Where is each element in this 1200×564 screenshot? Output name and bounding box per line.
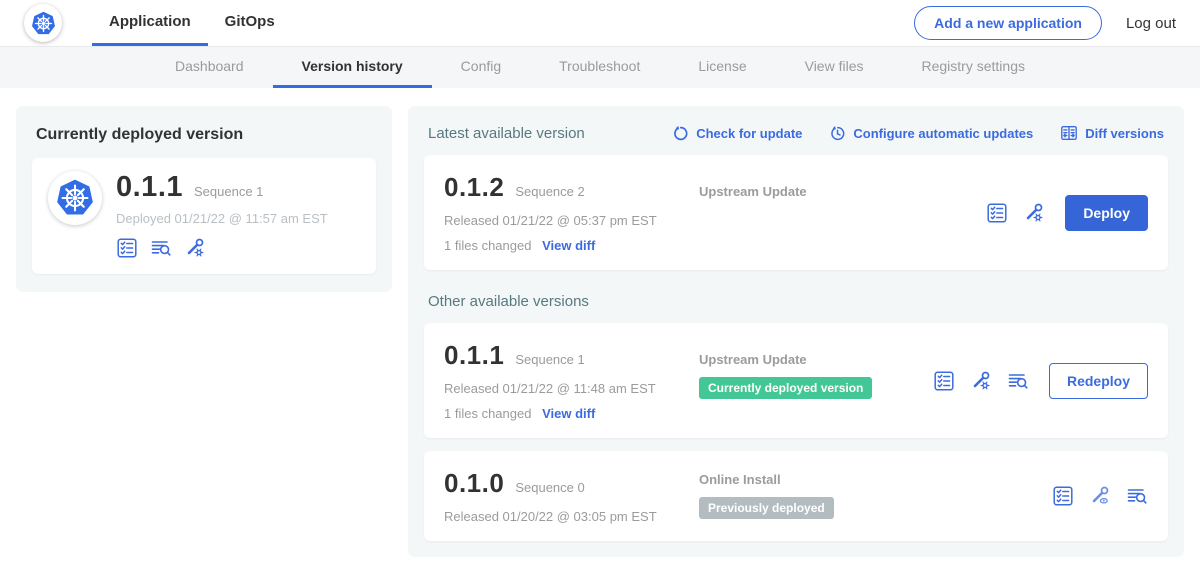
add-application-button[interactable]: Add a new application [914,6,1102,40]
header-tabs: Application GitOps [92,0,292,46]
released-timestamp: Released 01/21/22 @ 11:48 am EST [444,381,699,396]
version-number: 0.1.1 [444,340,504,371]
check-for-update-label: Check for update [696,126,802,141]
subnav-item-config[interactable]: Config [432,47,530,88]
deploy-logs-icon[interactable] [150,237,172,259]
preflight-checks-icon[interactable] [1052,485,1074,507]
sequence-label: Sequence 0 [515,480,584,495]
version-card-0-1-2: 0.1.2 Sequence 2 Released 01/21/22 @ 05:… [424,155,1168,270]
preflight-checks-icon[interactable] [116,237,138,259]
released-timestamp: Released 01/21/22 @ 05:37 pm EST [444,213,699,228]
view-config-icon[interactable] [1089,485,1111,507]
version-card-0-1-0: 0.1.0 Sequence 0 Released 01/20/22 @ 03:… [424,451,1168,541]
app-header: Application GitOps Add a new application… [0,0,1200,47]
subnav-item-view-files[interactable]: View files [776,47,893,88]
kubernetes-helm-icon [30,10,57,37]
tab-application[interactable]: Application [92,0,208,46]
deploy-button[interactable]: Deploy [1065,195,1148,231]
version-card-0-1-1: 0.1.1 Sequence 1 Released 01/21/22 @ 11:… [424,323,1168,438]
currently-deployed-badge: Currently deployed version [699,377,872,399]
version-source: Upstream Update Currently deployed versi… [699,340,933,421]
version-actions [1052,485,1148,507]
available-panel-header: Latest available version Check for updat… [428,124,1164,142]
app-icon [48,171,102,225]
other-versions-title: Other available versions [428,293,1164,310]
version-details: 0.1.1 Sequence 1 Released 01/21/22 @ 11:… [444,340,699,421]
refresh-icon [672,125,689,142]
available-panel-actions: Check for update Configure automatic upd… [672,124,1164,142]
tab-gitops[interactable]: GitOps [208,0,292,46]
version-details: 0.1.0 Sequence 0 Released 01/20/22 @ 03:… [444,468,699,524]
edit-config-icon[interactable] [184,237,206,259]
subnav-item-version-history[interactable]: Version history [273,47,432,88]
diff-versions-link[interactable]: Diff versions [1060,124,1164,142]
preflight-checks-icon[interactable] [933,370,955,392]
main-content: Currently deployed version 0.1 [0,88,1200,557]
view-diff-link[interactable]: View diff [542,238,595,253]
header-actions: Add a new application Log out [914,0,1176,46]
logout-button[interactable]: Log out [1126,15,1176,32]
deployed-timestamp: Deployed 01/21/22 @ 11:57 am EST [116,211,328,226]
source-label: Upstream Update [699,184,986,199]
released-timestamp: Released 01/20/22 @ 03:05 pm EST [444,509,699,524]
version-details: 0.1.2 Sequence 2 Released 01/21/22 @ 05:… [444,172,699,253]
sequence-label: Sequence 2 [515,184,584,199]
version-number: 0.1.0 [444,468,504,499]
diff-icon [1060,124,1078,142]
app-subnav: Dashboard Version history Config Trouble… [0,47,1200,88]
deployed-panel-title: Currently deployed version [36,126,372,144]
deploy-logs-icon[interactable] [1007,370,1029,392]
version-actions: Deploy [986,195,1148,231]
check-for-update-link[interactable]: Check for update [672,124,802,142]
files-changed-label: 1 files changed [444,406,531,421]
subnav-item-registry-settings[interactable]: Registry settings [893,47,1054,88]
available-panel-title: Latest available version [428,125,585,142]
diff-versions-label: Diff versions [1085,126,1164,141]
kubernetes-helm-icon [54,177,96,219]
configure-automatic-updates-label: Configure automatic updates [853,126,1033,141]
edit-config-icon[interactable] [1023,202,1045,224]
version-number: 0.1.2 [444,172,504,203]
deployed-sequence-label: Sequence 1 [194,184,263,199]
sequence-label: Sequence 1 [515,352,584,367]
deployed-version-number: 0.1.1 [116,171,183,204]
available-versions-panel: Latest available version Check for updat… [408,106,1184,557]
redeploy-button[interactable]: Redeploy [1049,363,1148,399]
version-source: Online Install Previously deployed [699,468,1052,524]
view-diff-link[interactable]: View diff [542,406,595,421]
subnav-item-license[interactable]: License [669,47,775,88]
kubernetes-logo [24,4,62,42]
deploy-logs-icon[interactable] [1126,485,1148,507]
currently-deployed-panel: Currently deployed version 0.1 [16,106,392,292]
source-label: Upstream Update [699,352,933,367]
schedule-update-icon [829,125,846,142]
version-actions: Redeploy [933,363,1148,399]
deployed-version-details: 0.1.1 Sequence 1 Deployed 01/21/22 @ 11:… [116,171,328,259]
deployed-version-card: 0.1.1 Sequence 1 Deployed 01/21/22 @ 11:… [32,158,376,274]
source-label: Online Install [699,472,1052,487]
edit-config-icon[interactable] [970,370,992,392]
configure-automatic-updates-link[interactable]: Configure automatic updates [829,124,1033,142]
deployed-action-icons [116,237,328,259]
files-changed-label: 1 files changed [444,238,531,253]
subnav-item-troubleshoot[interactable]: Troubleshoot [530,47,669,88]
version-source: Upstream Update [699,172,986,253]
previously-deployed-badge: Previously deployed [699,497,834,519]
preflight-checks-icon[interactable] [986,202,1008,224]
subnav-item-dashboard[interactable]: Dashboard [146,47,273,88]
